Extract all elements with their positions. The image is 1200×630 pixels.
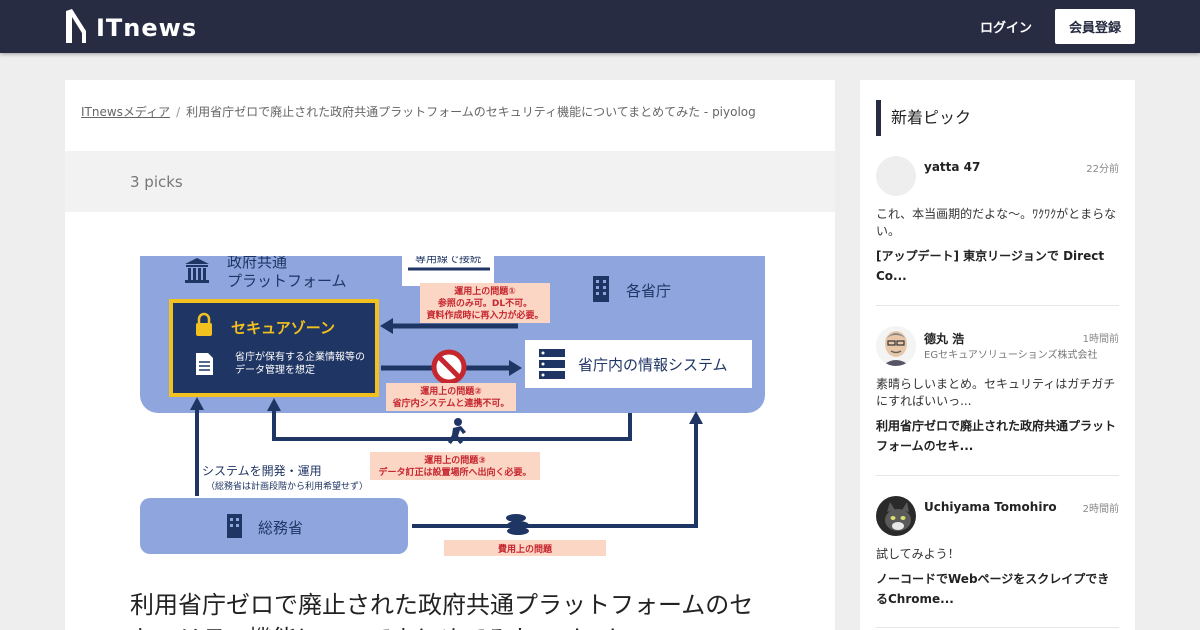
pick-time: 22分前 bbox=[1086, 164, 1119, 175]
platform-label-1: 政府共通 bbox=[227, 256, 287, 271]
pick-item: 德丸 浩 EGセキュアソリューションズ株式会社 1時間前 素晴らしいまとめ。セキ… bbox=[876, 326, 1119, 476]
secure-zone-desc-2: データ管理を想定 bbox=[235, 363, 315, 376]
pick-article-link[interactable]: [アップデート] 東京リージョンで Direct Co... bbox=[876, 246, 1119, 286]
pick-org: EGセキュアソリューションズ株式会社 bbox=[924, 350, 1098, 361]
mic-label: 総務省 bbox=[258, 519, 303, 537]
avatar[interactable] bbox=[876, 156, 916, 196]
document-icon bbox=[196, 353, 213, 375]
signup-button[interactable]: 会員登録 bbox=[1055, 9, 1135, 44]
pick-article-link[interactable]: ノーコードでWebページをスクレイプできるChrome... bbox=[876, 569, 1119, 609]
server-icon bbox=[539, 349, 565, 379]
divider bbox=[523, 256, 538, 413]
itnews-logo[interactable]: ITnews bbox=[64, 8, 197, 44]
pick-article-link[interactable]: 利用省庁ゼロで廃止された政府共通プラットフォームのセキ... bbox=[876, 416, 1119, 456]
cost-issue-title: 費用上の問題 bbox=[498, 543, 553, 555]
avatar[interactable] bbox=[876, 326, 916, 366]
article-title[interactable]: 利用省庁ゼロで廃止された政府共通プラットフォームのセキュリティ機能についてまとめ… bbox=[130, 588, 760, 630]
picks-bar: 3 picks bbox=[65, 151, 835, 212]
logo-text: ITnews bbox=[96, 14, 198, 42]
coins-icon bbox=[506, 514, 529, 535]
ministries-building-icon bbox=[593, 276, 609, 302]
issue-1-line-2: 資料作成時に再入力が必要。 bbox=[426, 309, 543, 321]
new-picks-sidebar: 新着ピック yatta 47 22分前 これ、本当画期的だよな～。ﾜｸﾜｸがとま… bbox=[860, 80, 1135, 630]
secure-zone-desc-1: 省庁が保有する企業情報等の bbox=[235, 350, 365, 363]
issue-2-title: 運用上の問題② bbox=[420, 385, 482, 397]
breadcrumb-separator: / bbox=[176, 105, 181, 119]
pick-item: yatta 47 22分前 これ、本当画期的だよな～。ﾜｸﾜｸがとまらない。 [… bbox=[876, 156, 1119, 306]
issue-3-title: 運用上の問題③ bbox=[424, 454, 486, 466]
picks-count[interactable]: 3 picks bbox=[130, 173, 183, 191]
prohibited-icon bbox=[431, 349, 467, 385]
breadcrumb: ITnewsメディア / 利用省庁ゼロで廃止された政府共通プラットフォームのセキュリ… bbox=[81, 103, 821, 120]
issue-3-line-1: データ訂正は設置場所へ出向く必要。 bbox=[378, 466, 531, 478]
sidebar-heading: 新着ピック bbox=[876, 100, 971, 136]
dev-note: （総務省は計画段階から利用希望せず） bbox=[206, 480, 368, 492]
platform-label-2: プラットフォーム bbox=[227, 272, 347, 290]
ministry-system-label: 省庁内の情報システム bbox=[578, 356, 728, 374]
mic-building-icon bbox=[227, 514, 242, 538]
pick-time: 1時間前 bbox=[1082, 334, 1119, 345]
cat-avatar-icon bbox=[876, 496, 916, 536]
issue-1-line-1: 参照のみ可。DL不可。 bbox=[438, 297, 532, 309]
secure-zone-label: セキュアゾーン bbox=[231, 319, 335, 337]
user-portrait-icon bbox=[876, 326, 916, 366]
issue-2-line-1: 省庁内システムと連携不可。 bbox=[392, 397, 510, 409]
pick-comment: これ、本当画期的だよな～。ﾜｸﾜｸがとまらない。 bbox=[876, 207, 1117, 238]
pick-user[interactable]: 德丸 浩 bbox=[924, 330, 964, 347]
top-cut-label: 専用線で接続 bbox=[415, 256, 481, 265]
breadcrumb-current: 利用省庁ゼロで廃止された政府共通プラットフォームのセキュリティ機能についてまとめ… bbox=[186, 105, 756, 119]
issue-1-title: 運用上の問題① bbox=[454, 285, 516, 297]
top-navbar: ITnews ログイン 会員登録 bbox=[0, 0, 1200, 53]
article-thumbnail[interactable]: 専用線で接続 政府共通 プラットフォーム 各省庁 セキュアゾーン 省庁が保有する… bbox=[140, 256, 765, 556]
pick-time: 2時間前 bbox=[1082, 504, 1119, 515]
article-card: ITnewsメディア / 利用省庁ゼロで廃止された政府共通プラットフォームのセキュリ… bbox=[65, 80, 835, 630]
dev-label: システムを開発・運用 bbox=[202, 464, 322, 478]
platform-diagram: 専用線で接続 政府共通 プラットフォーム 各省庁 セキュアゾーン 省庁が保有する… bbox=[140, 256, 765, 556]
bracket-line bbox=[272, 409, 632, 441]
ministries-label: 各省庁 bbox=[626, 282, 671, 300]
pick-user[interactable]: yatta 47 bbox=[924, 160, 980, 174]
pick-comment: 試してみよう！ bbox=[876, 547, 960, 561]
pick-item: Uchiyama Tomohiro 2時間前 試してみよう！ ノーコードでWeb… bbox=[876, 496, 1119, 628]
pick-user[interactable]: Uchiyama Tomohiro bbox=[924, 500, 1057, 514]
breadcrumb-home-link[interactable]: ITnewsメディア bbox=[81, 105, 170, 119]
avatar[interactable] bbox=[876, 496, 916, 536]
logo-mark-icon bbox=[66, 9, 86, 43]
login-link[interactable]: ログイン bbox=[980, 17, 1032, 36]
pick-comment: 素晴らしいまとめ。セキュリティはガチガチにすればいいっ... bbox=[876, 377, 1116, 408]
